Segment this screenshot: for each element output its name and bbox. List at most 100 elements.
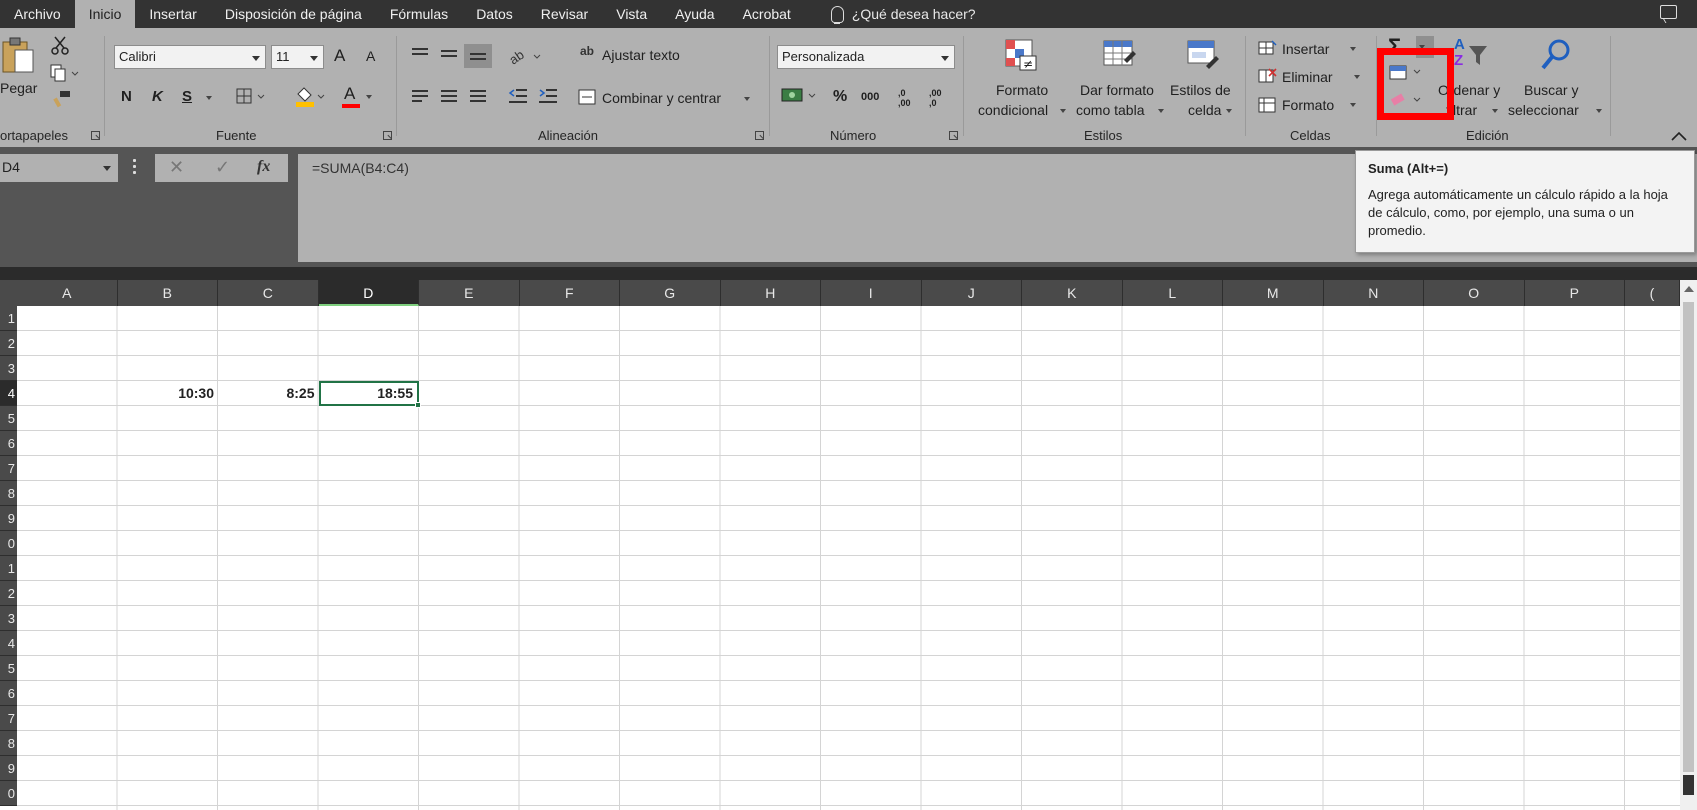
- tab-formulas[interactable]: Fórmulas: [376, 0, 462, 28]
- row-header[interactable]: 9: [0, 756, 17, 781]
- font-color-button[interactable]: A: [342, 84, 376, 108]
- row-header[interactable]: 5: [0, 656, 17, 681]
- row-header[interactable]: 7: [0, 706, 17, 731]
- cell-styles-button[interactable]: Estilos de celda: [1168, 36, 1238, 120]
- column-header[interactable]: C: [218, 280, 319, 306]
- vertical-scrollbar[interactable]: [1680, 280, 1697, 810]
- row-header[interactable]: 3: [0, 606, 17, 631]
- align-bottom-button[interactable]: [464, 44, 492, 68]
- cell[interactable]: 8:25: [218, 381, 319, 406]
- row-header[interactable]: 4: [0, 381, 17, 406]
- row-header[interactable]: 5: [0, 406, 17, 431]
- tab-ayuda[interactable]: Ayuda: [661, 0, 728, 28]
- active-cell[interactable]: 18:55: [318, 381, 419, 406]
- font-family-select[interactable]: Calibri: [114, 45, 266, 69]
- align-left-icon[interactable]: [412, 90, 428, 102]
- tab-vista[interactable]: Vista: [602, 0, 661, 28]
- tab-datos[interactable]: Datos: [462, 0, 527, 28]
- column-header[interactable]: P: [1525, 280, 1625, 306]
- thousands-button[interactable]: 000: [861, 91, 879, 103]
- tell-me-search[interactable]: ¿Qué desea hacer?: [830, 5, 976, 24]
- italic-button[interactable]: K: [152, 88, 163, 105]
- row-header[interactable]: 8: [0, 731, 17, 756]
- cancel-icon[interactable]: ✕: [169, 157, 184, 178]
- align-right-icon[interactable]: [470, 90, 486, 102]
- column-header[interactable]: J: [922, 280, 1022, 306]
- tab-inicio[interactable]: Inicio: [74, 0, 136, 28]
- bold-button[interactable]: N: [121, 88, 132, 105]
- tab-acrobat[interactable]: Acrobat: [729, 0, 805, 28]
- scroll-up-icon[interactable]: [1684, 286, 1694, 292]
- conditional-format-button[interactable]: ≠ Formato condicional: [972, 36, 1068, 120]
- column-header[interactable]: K: [1022, 280, 1123, 306]
- row-header[interactable]: 6: [0, 681, 17, 706]
- cell[interactable]: 10:30: [118, 381, 219, 406]
- row-header[interactable]: 0: [0, 781, 17, 806]
- find-select-button[interactable]: Buscar y seleccionar: [1508, 36, 1602, 120]
- row-header[interactable]: 0: [0, 531, 17, 556]
- tab-revisar[interactable]: Revisar: [527, 0, 602, 28]
- decrease-indent-icon[interactable]: [508, 88, 528, 104]
- align-middle-icon[interactable]: [441, 50, 457, 62]
- format-painter-icon[interactable]: [52, 90, 72, 108]
- accounting-format-icon[interactable]: [781, 86, 821, 106]
- alignment-launcher[interactable]: [755, 131, 764, 140]
- column-header[interactable]: D: [318, 280, 419, 306]
- column-header[interactable]: A: [17, 280, 118, 306]
- column-header[interactable]: (: [1625, 280, 1680, 306]
- tab-disposicion[interactable]: Disposición de página: [211, 0, 376, 28]
- scroll-down-button[interactable]: [1683, 775, 1694, 795]
- row-header[interactable]: 3: [0, 356, 17, 381]
- insert-function-button[interactable]: fx: [257, 158, 270, 176]
- row-header[interactable]: 8: [0, 481, 17, 506]
- paste-button[interactable]: Pegar: [0, 34, 44, 98]
- decrease-decimal-button[interactable]: ,00 ,0: [929, 88, 951, 108]
- more-options-icon[interactable]: [133, 159, 136, 175]
- column-header[interactable]: N: [1324, 280, 1424, 306]
- comments-icon[interactable]: [1660, 5, 1677, 19]
- row-header[interactable]: 2: [0, 581, 17, 606]
- row-header[interactable]: 1: [0, 556, 17, 581]
- row-header[interactable]: 9: [0, 506, 17, 531]
- increase-decimal-button[interactable]: ,0 ,00: [898, 88, 918, 108]
- name-box[interactable]: D4: [0, 154, 118, 182]
- column-header[interactable]: F: [520, 280, 620, 306]
- column-header[interactable]: O: [1424, 280, 1525, 306]
- column-header[interactable]: M: [1223, 280, 1324, 306]
- increase-indent-icon[interactable]: [538, 88, 558, 104]
- cells-area[interactable]: 10:30 8:25 18:55: [17, 306, 1680, 810]
- orientation-icon[interactable]: ab: [508, 46, 544, 66]
- merge-center-button[interactable]: Combinar y centrar: [578, 86, 753, 110]
- clipboard-launcher[interactable]: [91, 131, 100, 140]
- column-header[interactable]: H: [721, 280, 821, 306]
- column-header[interactable]: L: [1123, 280, 1223, 306]
- grow-font-button[interactable]: A: [334, 46, 345, 66]
- row-header[interactable]: 2: [0, 331, 17, 356]
- column-header[interactable]: G: [620, 280, 721, 306]
- font-launcher[interactable]: [383, 131, 392, 140]
- row-header[interactable]: 4: [0, 631, 17, 656]
- percent-button[interactable]: %: [833, 88, 847, 106]
- number-launcher[interactable]: [949, 131, 958, 140]
- scroll-thumb[interactable]: [1683, 302, 1694, 772]
- collapse-ribbon-icon[interactable]: [1670, 130, 1688, 142]
- cut-icon[interactable]: [50, 36, 70, 56]
- row-header[interactable]: 7: [0, 456, 17, 481]
- borders-icon[interactable]: [236, 88, 266, 106]
- align-center-icon[interactable]: [441, 90, 457, 102]
- wrap-text-button[interactable]: ab Ajustar texto: [578, 44, 690, 68]
- fill-handle[interactable]: [415, 402, 421, 408]
- row-header[interactable]: 6: [0, 431, 17, 456]
- format-as-table-button[interactable]: Dar formato como tabla: [1074, 36, 1166, 120]
- delete-cells-button[interactable]: Eliminar: [1258, 68, 1362, 90]
- column-header[interactable]: I: [821, 280, 922, 306]
- chevron-down-icon[interactable]: [206, 96, 212, 100]
- underline-button[interactable]: S: [182, 88, 192, 105]
- align-top-icon[interactable]: [412, 48, 428, 60]
- tab-archivo[interactable]: Archivo: [0, 0, 75, 28]
- column-header[interactable]: E: [419, 280, 520, 306]
- column-header[interactable]: B: [118, 280, 218, 306]
- enter-check-icon[interactable]: ✓: [215, 157, 230, 178]
- shrink-font-button[interactable]: A: [366, 48, 375, 64]
- copy-icon[interactable]: [50, 64, 80, 82]
